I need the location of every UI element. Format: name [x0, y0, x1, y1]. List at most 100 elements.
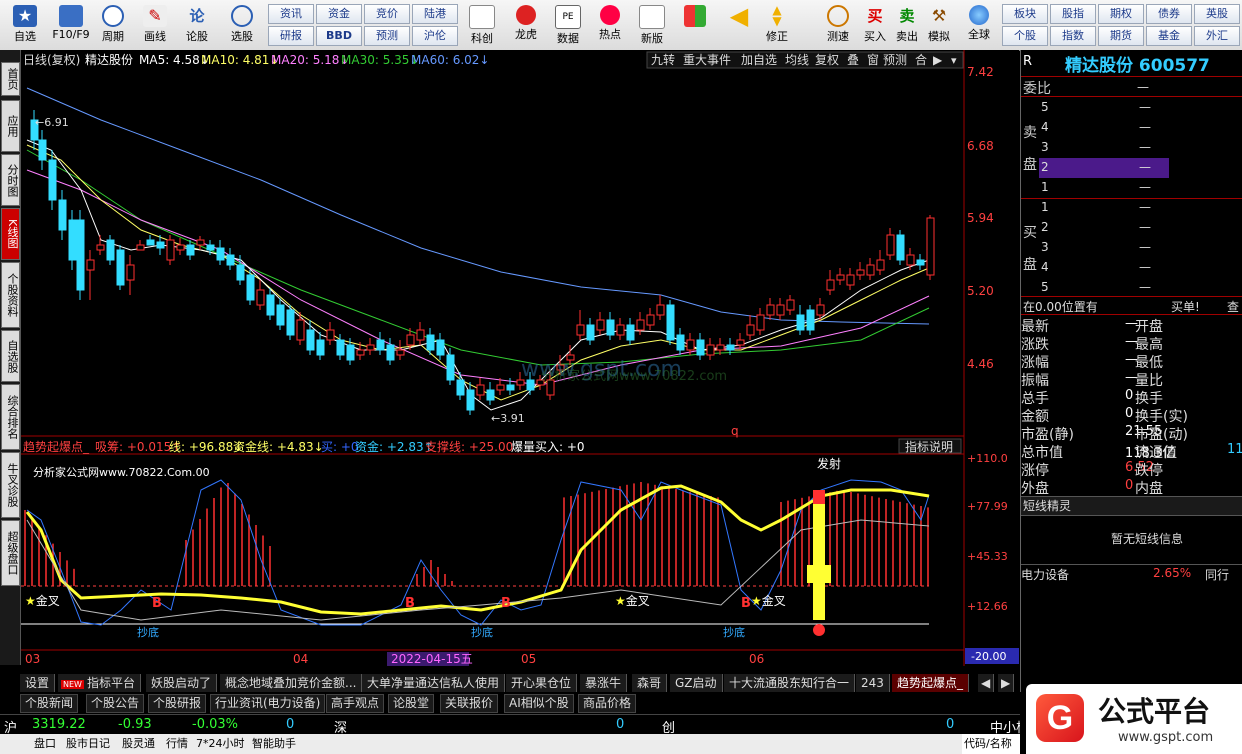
toolbar-screener-button[interactable]: 选股 — [222, 3, 262, 47]
tab-formula[interactable]: GZ启动 — [670, 674, 723, 692]
btn-combine[interactable]: 合 — [915, 52, 927, 67]
toolbar-funds-button[interactable]: 基金 — [1146, 26, 1192, 46]
toolbar-correct-button[interactable]: ▲ ▼ 修正 — [760, 3, 794, 47]
code-search-input[interactable]: 代码/名称 — [962, 734, 1020, 754]
toolbar-dragon-tiger-button[interactable]: 龙虎 — [506, 3, 546, 47]
btn-window[interactable]: 窗 — [867, 53, 879, 67]
toolbar-fund-button[interactable]: 资金 — [316, 4, 362, 24]
toolbar-index-button[interactable]: 指数 — [1050, 26, 1096, 46]
toolbar-bbd-button[interactable]: BBD — [316, 26, 362, 46]
status-item[interactable]: 行情 — [166, 734, 188, 754]
toolbar-favorites-button[interactable]: ★ 自选 — [4, 3, 46, 47]
tab-ai-similar[interactable]: AI相似个股 — [504, 694, 574, 713]
sell-level-row[interactable]: 5— — [1039, 98, 1169, 118]
toolbar-hot-button[interactable]: 热点 — [590, 3, 630, 47]
toolbar-bonds-button[interactable]: 债券 — [1146, 4, 1192, 24]
toolbar-futures-button[interactable]: 期货 — [1098, 26, 1144, 46]
tab-stock-profile[interactable]: 个股资料 — [1, 262, 20, 328]
tab-indicator-platform[interactable]: NEW 指标平台 — [58, 674, 141, 692]
toolbar-research-button[interactable]: 研报 — [268, 26, 314, 46]
tab-settings[interactable]: 设置 — [20, 674, 56, 692]
btn-overlay[interactable]: 叠 — [847, 53, 859, 67]
tab-forum[interactable]: 论股堂 — [388, 694, 435, 713]
toolbar-period-button[interactable]: 周期 — [96, 3, 130, 47]
buy-level-row[interactable]: 3— — [1039, 238, 1169, 258]
toolbar-new-version-button[interactable]: 新版 — [632, 3, 672, 47]
toolbar-data-button[interactable]: PE 数据 — [548, 3, 588, 47]
toolbar-speedtest-button[interactable]: 测速 — [820, 3, 856, 47]
toolbar-f10-button[interactable]: F10/F9 — [48, 3, 94, 47]
btn-ma[interactable]: 均线 — [785, 53, 809, 67]
tab-formula[interactable]: 243 — [856, 674, 890, 692]
sell-level-row[interactable]: 3— — [1039, 138, 1169, 158]
tab-diagnosis[interactable]: 牛叉诊股 — [1, 452, 20, 518]
sell-level-row[interactable]: 2— — [1039, 158, 1169, 178]
status-item[interactable]: 7*24小时 — [196, 734, 245, 754]
toolbar-stock-index-button[interactable]: 股指 — [1050, 4, 1096, 24]
tab-apps[interactable]: 应用 — [1, 100, 20, 152]
tab-formula[interactable]: 妖股启动了 — [146, 674, 218, 692]
sell-level-row[interactable]: 4— — [1039, 118, 1169, 138]
toolbar-options-button[interactable]: 期权 — [1098, 4, 1144, 24]
toolbar-sell-button[interactable]: 卖卖出 — [892, 3, 922, 47]
status-item[interactable]: 股灵通 — [122, 734, 155, 754]
toolbar-uk-stocks-button[interactable]: 英股 — [1194, 4, 1240, 24]
tab-intraday[interactable]: 分时图 — [1, 154, 20, 206]
toolbar-stocks-button[interactable]: 个股 — [1002, 26, 1048, 46]
buy-level-row[interactable]: 4— — [1039, 258, 1169, 278]
tab-kline[interactable]: K线图 — [1, 208, 20, 260]
tab-formula[interactable]: 大单净量通达信私人使用 — [362, 674, 506, 692]
toolbar-forecast-button[interactable]: 预测 — [364, 26, 410, 46]
tab-stock-announcements[interactable]: 个股公告 — [86, 694, 145, 713]
industry-next[interactable]: 同行 — [1205, 566, 1229, 583]
kline-chart[interactable]: 日线(复权) 精达股份 MA5: 4.58↓ MA10: 4.81↓ MA20:… — [21, 50, 1019, 666]
tab-super-quote[interactable]: 超级盘口 — [1, 520, 20, 586]
toolbar-auction-button[interactable]: 竞价 — [364, 4, 410, 24]
tab-scroll-right-icon[interactable]: ▶ — [998, 674, 1015, 692]
sell-order-button[interactable]: 查 — [1227, 298, 1239, 315]
btn-add-watchlist[interactable]: 加自选 — [741, 53, 777, 67]
status-item[interactable]: 盘口 — [34, 734, 56, 754]
tab-stock-news[interactable]: 个股新闻 — [20, 694, 79, 713]
tab-watchlist[interactable]: 自选股 — [1, 330, 20, 382]
toolbar-layout-button[interactable] — [680, 3, 710, 47]
tab-scroll-left-icon[interactable]: ◀ — [978, 674, 995, 692]
buy-order-button[interactable]: 买单! — [1171, 298, 1200, 315]
toolbar-buy-button[interactable]: 买买入 — [860, 3, 890, 47]
tab-formula[interactable]: 森哥 — [632, 674, 668, 692]
indicator-help-button[interactable]: 指标说明 — [905, 439, 953, 454]
buy-level-row[interactable]: 1— — [1039, 198, 1169, 218]
status-item[interactable]: 股市日记 — [66, 734, 110, 754]
toolbar-star-market-button[interactable]: 科创 — [462, 3, 502, 47]
tab-commodity-prices[interactable]: 商品价格 — [578, 694, 637, 713]
toolbar-back-button[interactable]: ◀ — [722, 3, 756, 47]
btn-adjust[interactable]: 复权 — [815, 53, 839, 67]
tab-ranking[interactable]: 综合排名 — [1, 384, 20, 450]
buy-level-row[interactable]: 5— — [1039, 278, 1169, 298]
toolbar-forum-button[interactable]: 论论股 — [180, 3, 214, 47]
sell-level-row[interactable]: 1— — [1039, 178, 1169, 198]
dropdown-icon[interactable]: ▾ — [951, 54, 957, 67]
tab-home[interactable]: 首页 — [1, 62, 20, 96]
toolbar-shanghai-london-button[interactable]: 沪伦 — [412, 26, 458, 46]
toolbar-hk-connect-button[interactable]: 陆港 — [412, 4, 458, 24]
btn-forecast[interactable]: 预测 — [883, 53, 907, 67]
tab-active-formula[interactable]: 趋势起爆点_ — [892, 674, 970, 692]
tab-stock-research[interactable]: 个股研报 — [148, 694, 207, 713]
pin-icon[interactable]: ▶ — [933, 53, 943, 67]
tab-expert-views[interactable]: 高手观点 — [326, 694, 385, 713]
toolbar-news-button[interactable]: 资讯 — [268, 4, 314, 24]
tab-related-quotes[interactable]: 关联报价 — [440, 694, 499, 713]
tab-formula[interactable]: 十大流通股东知行合一 — [724, 674, 856, 692]
btn-major-events[interactable]: 重大事件 — [683, 53, 731, 67]
toolbar-sector-button[interactable]: 板块 — [1002, 4, 1048, 24]
toolbar-forex-button[interactable]: 外汇 — [1194, 26, 1240, 46]
toolbar-global-button[interactable]: 全球 — [960, 3, 998, 47]
toolbar-simulate-button[interactable]: ⚒ 模拟 — [924, 3, 954, 47]
tab-industry-news[interactable]: 行业资讯(电力设备) — [210, 694, 326, 713]
tab-formula[interactable]: 概念地域叠加竞价金额... — [220, 674, 363, 692]
buy-level-row[interactable]: 2— — [1039, 218, 1169, 238]
toolbar-draw-button[interactable]: ✎ 画线 — [138, 3, 172, 47]
tab-formula[interactable]: 暴涨牛 — [580, 674, 628, 692]
btn-jiuzhuan[interactable]: 九转 — [651, 52, 675, 67]
